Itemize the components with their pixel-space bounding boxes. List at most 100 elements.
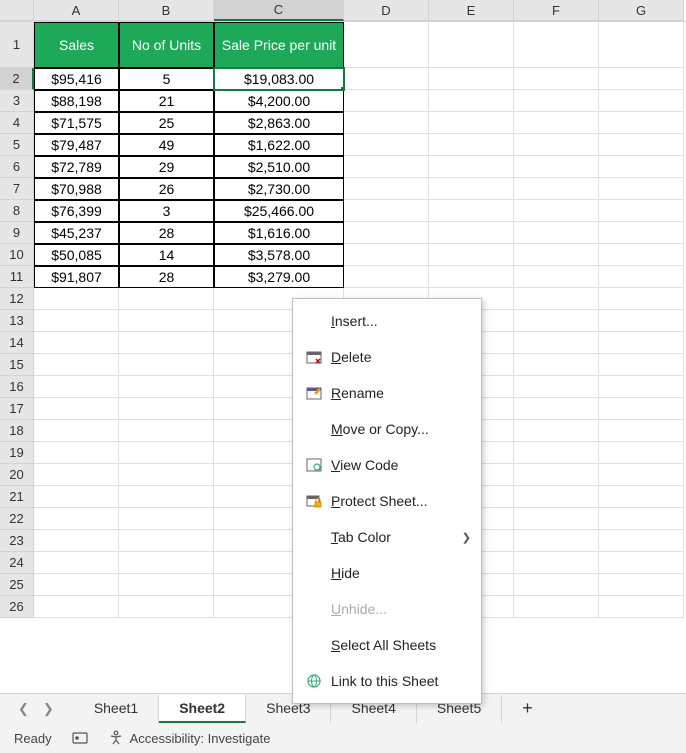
accessibility-status[interactable]: Accessibility: Investigate	[108, 730, 271, 746]
cell[interactable]	[599, 486, 684, 508]
cell[interactable]	[119, 530, 214, 552]
row-header-17[interactable]: 17	[0, 398, 34, 420]
cell-b4[interactable]: 25	[119, 112, 214, 134]
cell[interactable]	[514, 508, 599, 530]
cell[interactable]	[429, 22, 514, 68]
cell[interactable]	[599, 200, 684, 222]
row-header-13[interactable]: 13	[0, 310, 34, 332]
cell-c8[interactable]: $25,466.00	[214, 200, 344, 222]
row-header-20[interactable]: 20	[0, 464, 34, 486]
cell-b8[interactable]: 3	[119, 200, 214, 222]
cell[interactable]	[119, 332, 214, 354]
cell[interactable]	[119, 376, 214, 398]
col-header-e[interactable]: E	[429, 0, 514, 21]
cell[interactable]	[599, 376, 684, 398]
sheet-tab-sheet2[interactable]: Sheet2	[159, 695, 246, 723]
cell[interactable]	[344, 156, 429, 178]
cell[interactable]	[599, 68, 684, 90]
cell[interactable]	[34, 464, 119, 486]
cell[interactable]	[34, 530, 119, 552]
cell-b5[interactable]: 49	[119, 134, 214, 156]
tab-nav-prev[interactable]: ❮	[18, 701, 29, 717]
cell[interactable]	[34, 332, 119, 354]
cell[interactable]	[34, 574, 119, 596]
row-header-26[interactable]: 26	[0, 596, 34, 618]
cell[interactable]	[514, 68, 599, 90]
sheet-tab-sheet1[interactable]: Sheet1	[74, 695, 159, 723]
cell[interactable]	[514, 398, 599, 420]
cell[interactable]	[599, 288, 684, 310]
row-header-12[interactable]: 12	[0, 288, 34, 310]
col-header-f[interactable]: F	[514, 0, 599, 21]
cell[interactable]	[514, 112, 599, 134]
cell[interactable]	[514, 354, 599, 376]
cell[interactable]	[514, 310, 599, 332]
cell-c6[interactable]: $2,510.00	[214, 156, 344, 178]
cell[interactable]	[599, 398, 684, 420]
row-header-6[interactable]: 6	[0, 156, 34, 178]
cell-c4[interactable]: $2,863.00	[214, 112, 344, 134]
col-header-b[interactable]: B	[119, 0, 214, 21]
row-header-19[interactable]: 19	[0, 442, 34, 464]
menu-view-code[interactable]: View Code	[293, 447, 481, 483]
cell[interactable]	[599, 266, 684, 288]
cell[interactable]	[344, 112, 429, 134]
cell[interactable]	[514, 486, 599, 508]
header-price[interactable]: Sale Price per unit	[214, 22, 344, 68]
cell[interactable]	[599, 222, 684, 244]
cell[interactable]	[344, 266, 429, 288]
menu-delete[interactable]: Delete	[293, 339, 481, 375]
cell[interactable]	[344, 244, 429, 266]
cell[interactable]	[119, 486, 214, 508]
cell[interactable]	[119, 552, 214, 574]
row-header-21[interactable]: 21	[0, 486, 34, 508]
cell[interactable]	[119, 288, 214, 310]
row-header-3[interactable]: 3	[0, 90, 34, 112]
cell[interactable]	[599, 112, 684, 134]
cell[interactable]	[514, 222, 599, 244]
cell[interactable]	[34, 398, 119, 420]
cell[interactable]	[429, 134, 514, 156]
cell[interactable]	[119, 398, 214, 420]
row-header-22[interactable]: 22	[0, 508, 34, 530]
row-header-8[interactable]: 8	[0, 200, 34, 222]
row-header-14[interactable]: 14	[0, 332, 34, 354]
cell[interactable]	[344, 200, 429, 222]
cell[interactable]	[344, 68, 429, 90]
cell[interactable]	[429, 222, 514, 244]
cell[interactable]	[514, 244, 599, 266]
header-sales[interactable]: Sales	[34, 22, 119, 68]
cell[interactable]	[514, 200, 599, 222]
cell[interactable]	[119, 574, 214, 596]
cell[interactable]	[599, 310, 684, 332]
cell[interactable]	[514, 552, 599, 574]
cell[interactable]	[514, 376, 599, 398]
cell-a3[interactable]: $88,198	[34, 90, 119, 112]
row-header-24[interactable]: 24	[0, 552, 34, 574]
cell[interactable]	[119, 354, 214, 376]
cell[interactable]	[514, 266, 599, 288]
cell-a10[interactable]: $50,085	[34, 244, 119, 266]
row-header-5[interactable]: 5	[0, 134, 34, 156]
cell-a11[interactable]: $91,807	[34, 266, 119, 288]
cell[interactable]	[514, 90, 599, 112]
cell[interactable]	[514, 22, 599, 68]
cell[interactable]	[514, 178, 599, 200]
cell-c11[interactable]: $3,279.00	[214, 266, 344, 288]
add-sheet-button[interactable]: +	[502, 693, 553, 724]
cell-b3[interactable]: 21	[119, 90, 214, 112]
macro-record-icon[interactable]	[72, 730, 88, 746]
cell[interactable]	[429, 90, 514, 112]
cell[interactable]	[514, 574, 599, 596]
cell[interactable]	[34, 376, 119, 398]
cell-a6[interactable]: $72,789	[34, 156, 119, 178]
cell[interactable]	[599, 134, 684, 156]
cell[interactable]	[34, 486, 119, 508]
cell[interactable]	[344, 90, 429, 112]
cell[interactable]	[119, 420, 214, 442]
cell[interactable]	[599, 22, 684, 68]
cell[interactable]	[514, 596, 599, 618]
cell[interactable]	[429, 112, 514, 134]
cell[interactable]	[344, 22, 429, 68]
cell[interactable]	[514, 332, 599, 354]
